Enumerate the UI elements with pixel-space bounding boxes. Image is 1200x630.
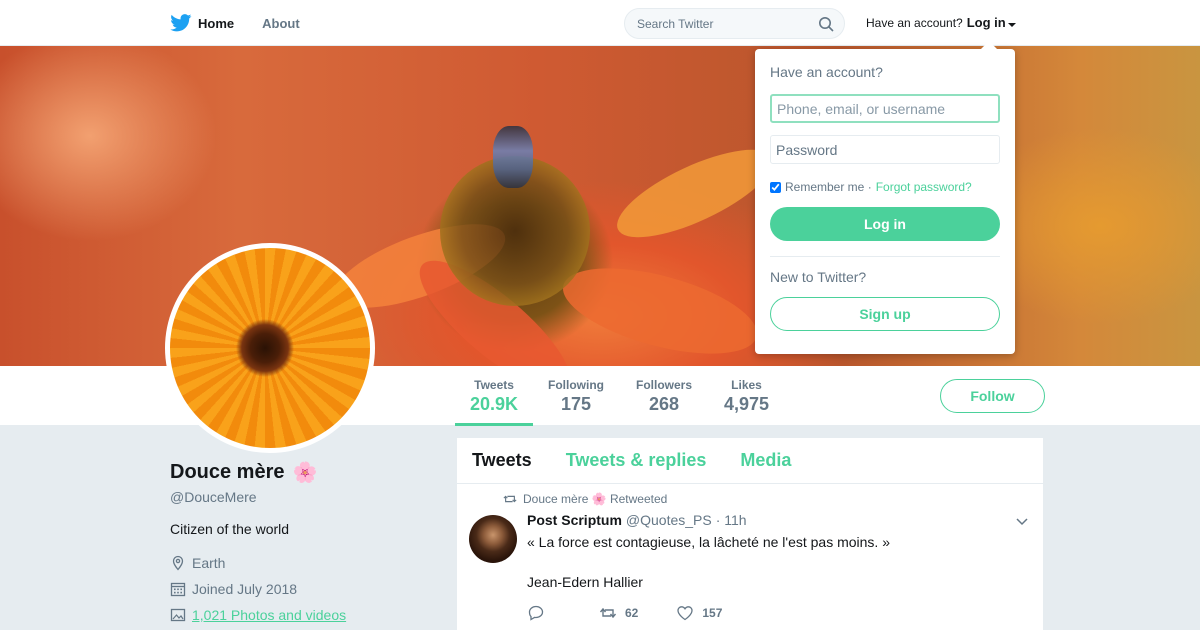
profile-joined: Joined July 2018	[170, 581, 440, 597]
stat-following[interactable]: Following 175	[548, 378, 604, 415]
search-icon[interactable]	[818, 16, 834, 32]
caret-down-icon	[1007, 23, 1016, 27]
stat-label: Followers	[636, 378, 693, 392]
joined-text: Joined July 2018	[192, 581, 298, 597]
tweet-author-handle[interactable]: @Quotes_PS	[626, 512, 712, 528]
like-button[interactable]: 157	[676, 604, 722, 622]
tab-tweets[interactable]: Tweets	[472, 450, 532, 471]
tweet[interactable]: Douce mère 🌸 Retweeted Post Scriptum @Qu…	[457, 484, 1043, 622]
reply-icon	[528, 605, 544, 621]
retweet-context: Douce mère 🌸 Retweeted	[503, 492, 1031, 506]
tweet-time[interactable]: · 11h	[716, 512, 747, 528]
profile-name-emoji: 🌸	[292, 462, 318, 484]
top-nav: Home About Have an account? Log in	[0, 0, 1200, 46]
tweet-text-line: « La force est contagieuse, la lâcheté n…	[527, 534, 891, 550]
remember-me-checkbox[interactable]	[770, 181, 781, 193]
retweet-context-text[interactable]: Douce mère 🌸 Retweeted	[523, 492, 667, 506]
photo-icon	[170, 608, 186, 622]
nav-left: Home About	[170, 0, 300, 46]
tweet-author-name[interactable]: Post Scriptum	[527, 512, 622, 528]
stat-value: 20.9K	[470, 394, 519, 414]
retweet-icon	[503, 495, 517, 503]
login-toggle[interactable]: Log in	[967, 15, 1016, 30]
chevron-down-icon[interactable]	[1015, 514, 1029, 528]
login-button[interactable]: Log in	[770, 207, 1000, 241]
heart-icon	[677, 606, 694, 621]
stat-likes[interactable]: Likes 4,975	[724, 378, 769, 415]
password-field[interactable]	[770, 135, 1000, 164]
profile-handle[interactable]: @DouceMere	[170, 489, 440, 505]
profile-location: Earth	[170, 555, 440, 571]
banner-petal	[554, 251, 766, 366]
nav-home[interactable]: Home	[170, 14, 234, 32]
remember-me-label[interactable]: Remember me ·	[785, 180, 872, 194]
reply-button[interactable]	[527, 604, 545, 622]
stat-tweets[interactable]: Tweets 20.9K	[470, 378, 518, 415]
profile-card: Douce mère 🌸 @DouceMere Citizen of the w…	[170, 460, 440, 623]
login-dropdown: Have an account? Remember me · Forgot pa…	[755, 41, 1015, 354]
account-menu: Have an account? Log in	[866, 15, 1016, 30]
nav-home-label: Home	[198, 15, 235, 31]
forgot-password-link[interactable]: Forgot password?	[876, 180, 972, 194]
tweet-text-line: Jean-Edern Hallier	[527, 574, 643, 590]
new-to-twitter-text: New to Twitter?	[770, 269, 867, 285]
timeline-tabs: Tweets Tweets & replies Media	[457, 438, 1043, 484]
tab-tweets-replies[interactable]: Tweets & replies	[566, 450, 707, 471]
retweet-icon	[599, 607, 617, 619]
account-prompt: Have an account?	[866, 15, 963, 30]
stat-label: Tweets	[474, 378, 514, 392]
avatar-image	[170, 248, 370, 448]
profile-name-row: Douce mère 🌸	[170, 460, 440, 485]
search-box	[624, 8, 845, 39]
follow-button[interactable]: Follow	[940, 379, 1045, 413]
username-field[interactable]	[770, 94, 1000, 123]
stat-label: Following	[548, 378, 604, 392]
location-text: Earth	[192, 555, 226, 571]
calendar-icon	[170, 582, 186, 597]
search-input[interactable]	[625, 9, 805, 38]
active-stat-indicator	[455, 423, 533, 426]
login-toggle-label: Log in	[966, 15, 1006, 30]
signup-button[interactable]: Sign up	[770, 297, 1000, 331]
location-pin-icon	[172, 555, 184, 571]
nav-about[interactable]: About	[262, 16, 300, 31]
nav-about-label: About	[262, 15, 300, 31]
tweet-header: Post Scriptum @Quotes_PS · 11h	[527, 512, 1031, 528]
stat-label: Likes	[731, 378, 762, 392]
like-count: 157	[702, 606, 723, 620]
tweet-actions: 62 157	[527, 604, 1031, 622]
remember-row: Remember me · Forgot password?	[770, 180, 1000, 194]
retweet-button[interactable]: 62	[599, 604, 638, 622]
bee-shape	[493, 126, 533, 188]
media-link-text: 1,021 Photos and videos	[192, 607, 347, 623]
profile-avatar[interactable]	[165, 243, 375, 453]
profile-media-link[interactable]: 1,021 Photos and videos	[170, 607, 440, 623]
profile-name: Douce mère	[170, 461, 285, 483]
retweet-count: 62	[625, 606, 639, 620]
tab-media[interactable]: Media	[740, 450, 791, 471]
profile-bio: Citizen of the world	[170, 521, 290, 537]
login-dropdown-title: Have an account?	[770, 64, 883, 80]
twitter-bird-icon	[170, 14, 192, 32]
dropdown-divider	[770, 256, 1000, 257]
tweet-author-avatar[interactable]	[469, 515, 517, 563]
stat-followers[interactable]: Followers 268	[636, 378, 692, 415]
timeline: Tweets Tweets & replies Media Douce mère…	[456, 437, 1044, 630]
stat-value: 175	[560, 394, 592, 414]
stat-value: 4,975	[724, 394, 770, 414]
stat-value: 268	[648, 394, 680, 414]
